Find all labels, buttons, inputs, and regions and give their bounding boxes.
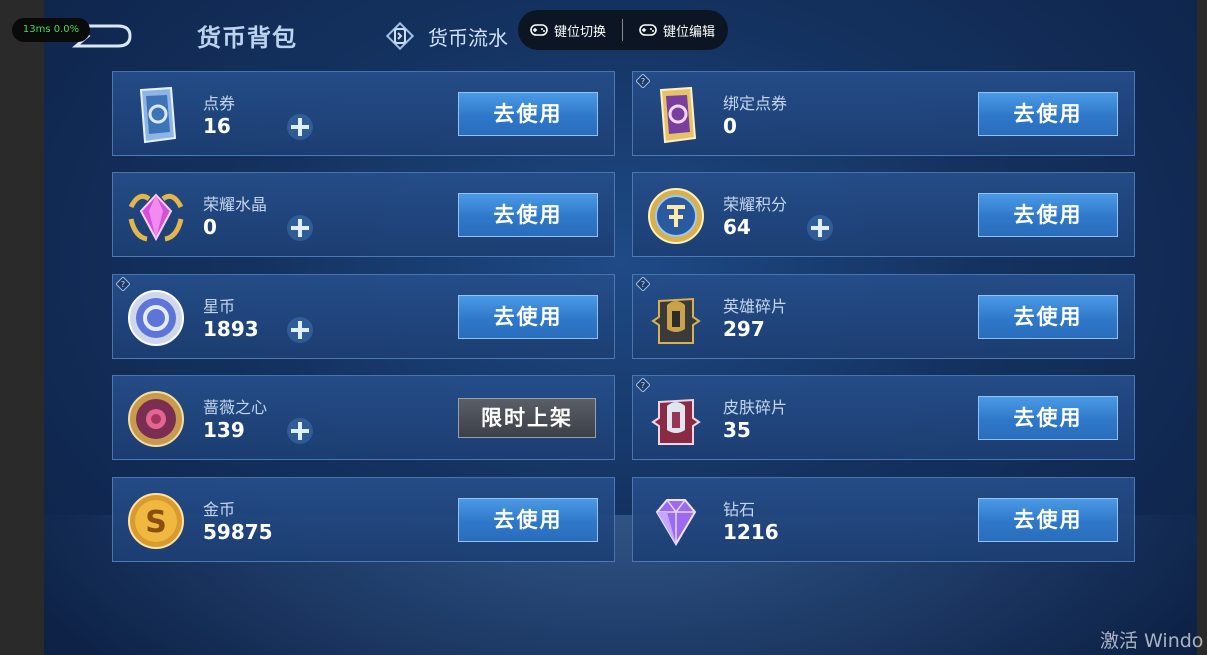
glory-points-icon <box>648 188 704 244</box>
add-plus-icon[interactable] <box>285 315 315 345</box>
perf-text: 13ms 0.0% <box>22 24 80 35</box>
transaction-flow-icon[interactable] <box>384 20 416 52</box>
star-coin-icon <box>128 290 184 346</box>
use-button[interactable]: 去使用 <box>458 498 598 542</box>
add-plus-icon[interactable] <box>285 416 315 446</box>
currency-card-gold-coin: S 金币 59875 去使用 <box>112 477 615 562</box>
currency-value: 1216 <box>723 520 779 544</box>
svg-text:S: S <box>145 505 167 540</box>
coupon-card-icon <box>139 86 177 144</box>
use-button[interactable]: 去使用 <box>978 193 1118 237</box>
diamond-icon <box>655 499 697 546</box>
use-button[interactable]: 去使用 <box>978 295 1118 339</box>
currency-name: 点券 <box>203 94 236 113</box>
currency-card-star-coin: ? 星币 1893 去使用 <box>112 274 615 359</box>
currency-value: 59875 <box>203 520 273 544</box>
currency-card-glory-crystal: 荣耀水晶 0 去使用 <box>112 172 615 257</box>
tab-currency-flow[interactable]: 货币流水 <box>428 22 508 51</box>
key-switch-button[interactable]: 键位切换 <box>530 21 606 40</box>
limited-time-button[interactable]: 限时上架 <box>458 398 596 438</box>
currency-card-rose-heart: 蔷薇之心 139 限时上架 <box>112 375 615 460</box>
use-button[interactable]: 去使用 <box>978 92 1118 136</box>
use-button[interactable]: 去使用 <box>458 193 598 237</box>
use-button[interactable]: 去使用 <box>978 396 1118 440</box>
gamepad-edit-icon <box>639 24 657 36</box>
currency-name: 英雄碎片 <box>723 297 788 316</box>
use-button[interactable]: 去使用 <box>458 92 598 136</box>
glory-crystal-icon <box>128 193 184 242</box>
skin-fragment-icon <box>651 398 701 445</box>
key-edit-button[interactable]: 键位编辑 <box>639 21 715 40</box>
currency-card-coupon: 点券 16 去使用 <box>112 71 615 156</box>
use-button[interactable]: 去使用 <box>978 498 1118 542</box>
windows-activation-watermark: 激活 Windo <box>1100 630 1204 652</box>
currency-name: 星币 <box>203 297 236 316</box>
currency-card-bound-coupon: ? 绑定点券 0 去使用 <box>632 71 1135 156</box>
currency-value: 0 <box>203 215 217 239</box>
left-letterbox <box>0 0 44 655</box>
currency-value: 64 <box>723 215 751 239</box>
page-title: 货币背包 <box>197 24 297 52</box>
right-letterbox <box>1197 0 1207 655</box>
currency-name: 绑定点券 <box>723 94 788 113</box>
currency-name: 荣耀水晶 <box>203 195 268 214</box>
keybar-divider <box>622 19 624 41</box>
currency-value: 35 <box>723 418 751 442</box>
currency-name: 荣耀积分 <box>723 195 788 214</box>
gamepad-icon <box>530 24 548 36</box>
add-plus-icon[interactable] <box>285 213 315 243</box>
currency-value: 16 <box>203 114 231 138</box>
bound-coupon-card-icon <box>659 86 697 144</box>
perf-overlay: 13ms 0.0% <box>12 18 90 42</box>
gold-coin-icon: S <box>128 493 184 549</box>
hero-fragment-icon <box>651 297 701 344</box>
key-edit-label: 键位编辑 <box>663 24 716 40</box>
currency-value: 139 <box>203 418 245 442</box>
currency-card-hero-fragment: ? 英雄碎片 297 去使用 <box>632 274 1135 359</box>
currency-name: 钻石 <box>723 500 756 519</box>
add-plus-icon[interactable] <box>805 213 835 243</box>
currency-card-skin-fragment: ? 皮肤碎片 35 去使用 <box>632 375 1135 460</box>
currency-name: 蔷薇之心 <box>203 398 268 417</box>
currency-value: 1893 <box>203 317 259 341</box>
key-mapping-bar: 键位切换 键位编辑 <box>518 10 728 50</box>
rose-heart-icon <box>128 391 184 447</box>
key-switch-label: 键位切换 <box>554 24 607 40</box>
currency-name: 皮肤碎片 <box>723 398 788 417</box>
currency-card-diamond: 钻石 1216 去使用 <box>632 477 1135 562</box>
add-plus-icon[interactable] <box>285 112 315 142</box>
currency-card-glory-points: 荣耀积分 64 去使用 <box>632 172 1135 257</box>
use-button[interactable]: 去使用 <box>458 295 598 339</box>
currency-value: 297 <box>723 317 765 341</box>
currency-value: 0 <box>723 114 737 138</box>
currency-name: 金币 <box>203 500 236 519</box>
